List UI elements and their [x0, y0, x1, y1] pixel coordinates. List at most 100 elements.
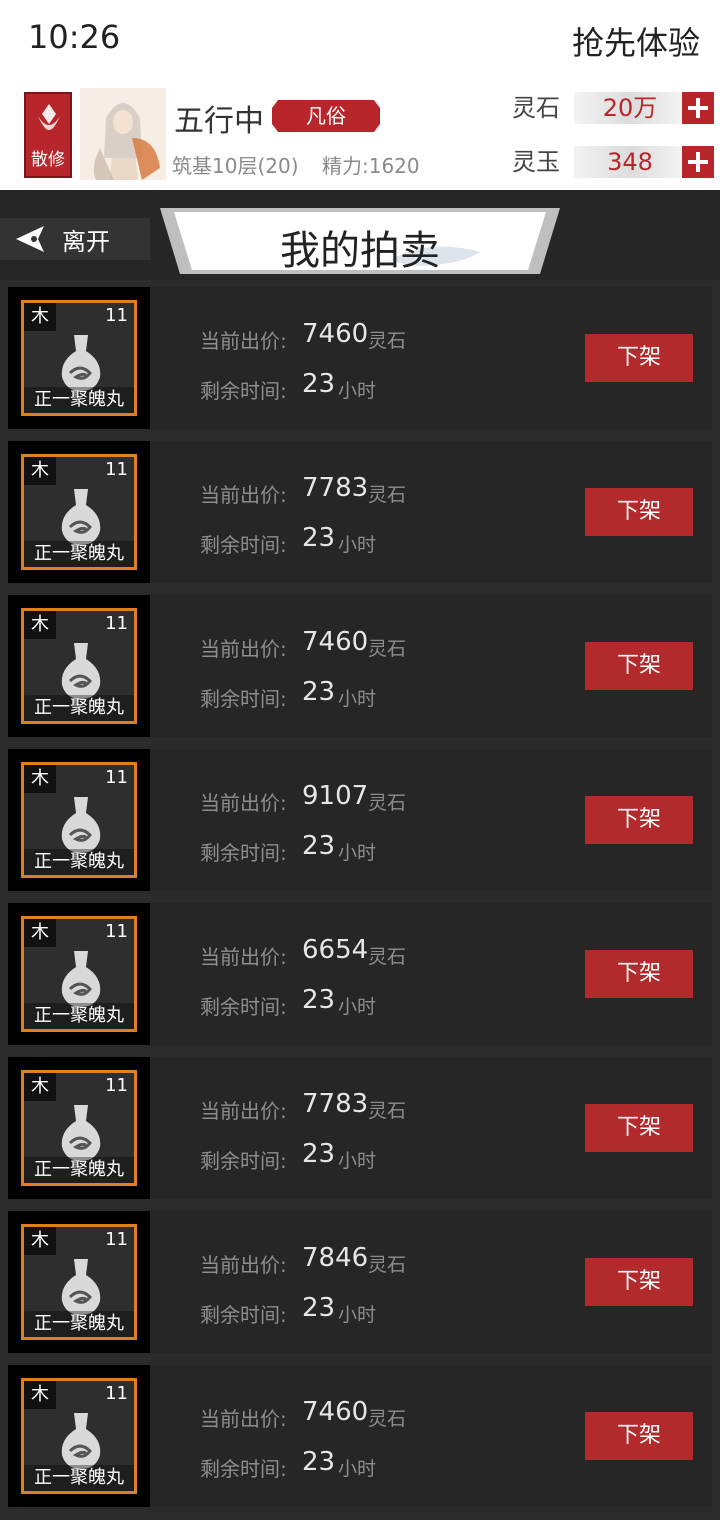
early-access-label[interactable]: 抢先体验 — [572, 18, 700, 64]
time-left-label: 剩余时间: — [200, 841, 287, 865]
item-name: 正一聚魄丸 — [24, 541, 134, 567]
time-left-label: 剩余时间: — [200, 1149, 287, 1173]
currency-amount: 348 — [607, 148, 653, 176]
item-slot[interactable]: 木 11 正一聚魄丸 — [8, 1211, 150, 1353]
item-icon-box: 木 11 正一聚魄丸 — [21, 1378, 137, 1494]
item-icon-box: 木 11 正一聚魄丸 — [21, 762, 137, 878]
item-slot[interactable]: 木 11 正一聚魄丸 — [8, 595, 150, 737]
bid-unit: 灵石 — [368, 1254, 407, 1276]
element-badge: 木 — [24, 1073, 56, 1101]
item-name: 正一聚魄丸 — [24, 695, 134, 721]
delist-button[interactable]: 下架 — [585, 488, 693, 536]
bid-unit: 灵石 — [368, 1100, 407, 1122]
currency-label: 灵石 — [512, 94, 560, 122]
gourd-pill-icon — [61, 797, 101, 853]
app-root: 10:26 抢先体验 散修 五行中 凡俗 筑基10层(20) 精力:1620 灵… — [0, 0, 720, 1520]
time-left-unit: 小时 — [338, 1458, 377, 1480]
delist-button[interactable]: 下架 — [585, 796, 693, 844]
gourd-pill-icon — [61, 1259, 101, 1315]
realm-level: 筑基10层(20) — [172, 154, 299, 178]
element-badge: 木 — [24, 1227, 56, 1255]
auction-row: 木 11 正一聚魄丸 当前出价: 7783 灵石 剩余时间: 23 小时 下架 — [8, 441, 712, 583]
player-name: 五行中 — [174, 104, 264, 139]
bid-unit: 灵石 — [368, 1408, 407, 1430]
item-name: 正一聚魄丸 — [24, 1003, 134, 1029]
time-left-value: 23 — [302, 677, 336, 707]
item-name: 正一聚魄丸 — [24, 849, 134, 875]
time-left-unit: 小时 — [338, 1150, 377, 1172]
rank-badge: 凡俗 — [272, 100, 380, 132]
item-slot[interactable]: 木 11 正一聚魄丸 — [8, 749, 150, 891]
auction-row: 木 11 正一聚魄丸 当前出价: 7783 灵石 剩余时间: 23 小时 下架 — [8, 1057, 712, 1199]
page-title-plate: 我的拍卖 — [160, 208, 560, 274]
add-spirit-jade-button[interactable] — [682, 146, 714, 178]
delist-button[interactable]: 下架 — [585, 1104, 693, 1152]
bid-label: 当前出价: — [200, 329, 287, 353]
item-icon-box: 木 11 正一聚魄丸 — [21, 454, 137, 570]
auction-row: 木 11 正一聚魄丸 当前出价: 7846 灵石 剩余时间: 23 小时 下架 — [8, 1211, 712, 1353]
time-left-unit: 小时 — [338, 1304, 377, 1326]
rank-label: 凡俗 — [306, 104, 346, 128]
delist-button[interactable]: 下架 — [585, 334, 693, 382]
sect-label: 散修 — [31, 150, 65, 170]
bid-label: 当前出价: — [200, 637, 287, 661]
status-bar: 10:26 抢先体验 — [0, 0, 720, 80]
auction-row: 木 11 正一聚魄丸 当前出价: 7460 灵石 剩余时间: 23 小时 下架 — [8, 595, 712, 737]
time-left-unit: 小时 — [338, 688, 377, 710]
bid-label: 当前出价: — [200, 791, 287, 815]
bid-label: 当前出价: — [200, 483, 287, 507]
time-left-value: 23 — [302, 831, 336, 861]
item-level: 11 — [105, 305, 128, 326]
lotus-emblem-icon — [38, 104, 60, 130]
time-left-value: 23 — [302, 1447, 336, 1477]
item-slot[interactable]: 木 11 正一聚魄丸 — [8, 1057, 150, 1199]
bid-unit: 灵石 — [368, 330, 407, 352]
item-icon-box: 木 11 正一聚魄丸 — [21, 916, 137, 1032]
item-slot[interactable]: 木 11 正一聚魄丸 — [8, 441, 150, 583]
time-left-unit: 小时 — [338, 996, 377, 1018]
time-left-unit: 小时 — [338, 842, 377, 864]
bid-unit: 灵石 — [368, 946, 407, 968]
delist-button[interactable]: 下架 — [585, 1258, 693, 1306]
time-left-value: 23 — [302, 1139, 336, 1169]
delist-button[interactable]: 下架 — [585, 1412, 693, 1460]
item-level: 11 — [105, 767, 128, 788]
item-name: 正一聚魄丸 — [24, 1311, 134, 1337]
time-left-label: 剩余时间: — [200, 1457, 287, 1481]
bid-value: 9107 — [302, 781, 369, 811]
back-button[interactable]: 离开 — [0, 218, 150, 260]
bid-label: 当前出价: — [200, 1253, 287, 1277]
avatar[interactable] — [80, 88, 166, 180]
delist-button[interactable]: 下架 — [585, 642, 693, 690]
item-icon-box: 木 11 正一聚魄丸 — [21, 300, 137, 416]
time-left-value: 23 — [302, 523, 336, 553]
title-bar: 离开 我的拍卖 — [0, 190, 720, 280]
time-left-unit: 小时 — [338, 380, 377, 402]
gourd-pill-icon — [61, 1413, 101, 1469]
item-slot[interactable]: 木 11 正一聚魄丸 — [8, 287, 150, 429]
auction-row: 木 11 正一聚魄丸 当前出价: 7460 灵石 剩余时间: 23 小时 下架 — [8, 1365, 712, 1507]
back-arrow-icon — [16, 226, 44, 252]
gourd-pill-icon — [61, 1105, 101, 1161]
add-spirit-stone-button[interactable] — [682, 92, 714, 124]
item-icon-box: 木 11 正一聚魄丸 — [21, 1070, 137, 1186]
item-slot[interactable]: 木 11 正一聚魄丸 — [8, 1365, 150, 1507]
time-left-value: 23 — [302, 985, 336, 1015]
currency-amount-box: 348 — [574, 146, 686, 178]
character-portrait-icon — [80, 88, 166, 180]
item-icon-box: 木 11 正一聚魄丸 — [21, 608, 137, 724]
element-badge: 木 — [24, 1381, 56, 1409]
element-badge: 木 — [24, 919, 56, 947]
item-slot[interactable]: 木 11 正一聚魄丸 — [8, 903, 150, 1045]
gourd-pill-icon — [61, 951, 101, 1007]
bid-label: 当前出价: — [200, 1099, 287, 1123]
sect-badge[interactable]: 散修 — [24, 92, 72, 178]
delist-button[interactable]: 下架 — [585, 950, 693, 998]
currency-amount-box: 20万 — [574, 92, 686, 124]
bid-label: 当前出价: — [200, 1407, 287, 1431]
item-level: 11 — [105, 1383, 128, 1404]
player-header: 散修 五行中 凡俗 筑基10层(20) 精力:1620 灵石 20万 灵玉 34… — [0, 80, 720, 190]
item-name: 正一聚魄丸 — [24, 1465, 134, 1491]
currency-spirit-jade: 灵玉 348 — [512, 144, 714, 180]
time-left-label: 剩余时间: — [200, 1303, 287, 1327]
